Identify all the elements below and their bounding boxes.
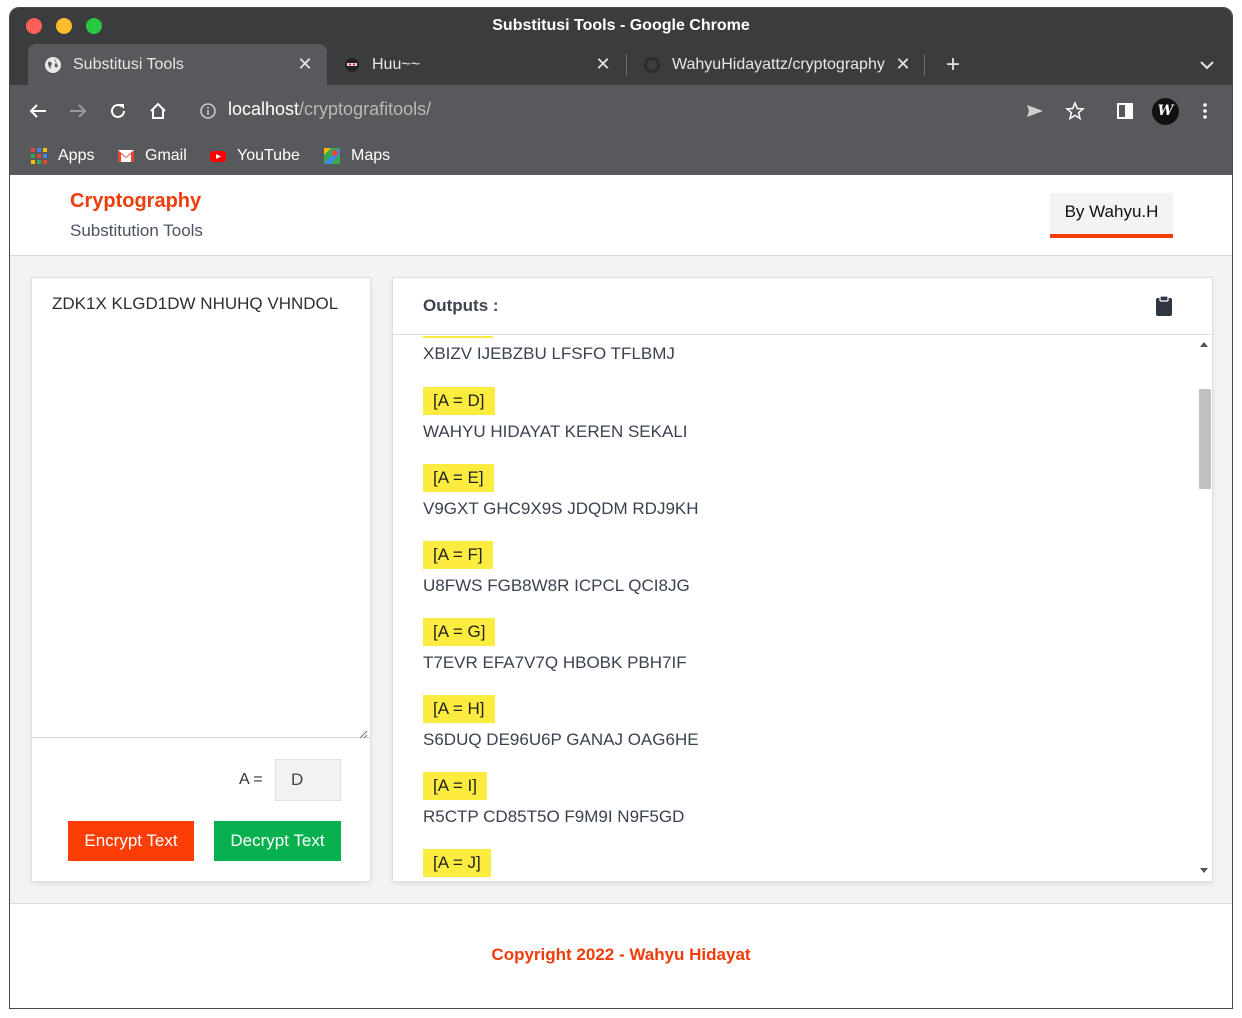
key-badge: [A = J] xyxy=(423,849,491,877)
tab-huu[interactable]: Huu~~ ✕ xyxy=(327,44,625,85)
browser-toolbar: localhost/cryptografitools/ W xyxy=(10,85,1232,137)
page-content: Cryptography Substitution Tools By Wahyu… xyxy=(10,175,1232,1008)
scroll-down-arrow-icon[interactable] xyxy=(1200,868,1208,873)
scroll-up-arrow-icon[interactable] xyxy=(1200,342,1208,347)
output-title: Outputs : xyxy=(423,296,499,315)
author-button[interactable]: By Wahyu.H xyxy=(1050,193,1173,238)
encrypt-button[interactable]: Encrypt Text xyxy=(68,821,194,861)
star-icon[interactable] xyxy=(1062,98,1088,124)
tab-github[interactable]: WahyuHidayattz/cryptography ✕ xyxy=(627,44,925,85)
tab-label: WahyuHidayattz/cryptography xyxy=(672,55,885,73)
cipher-text: T7EVR EFA7V7Q HBOBK PBH7IF xyxy=(423,653,687,672)
browser-window: Substitusi Tools - Google Chrome Substit… xyxy=(9,7,1233,1009)
maps-icon xyxy=(324,148,340,164)
list-item: [A = I] R5CTP CD85T5O F9M9I N9F5GD xyxy=(423,772,684,827)
chevron-down-icon[interactable] xyxy=(1196,54,1218,76)
url-path: /cryptografitools/ xyxy=(299,99,432,119)
list-item: [A = H] S6DUQ DE96U6P GANAJ OAG6HE xyxy=(423,695,699,750)
tab-strip: Substitusi Tools ✕ Huu~~ ✕ WahyuHidayatt… xyxy=(10,44,1232,85)
github-icon xyxy=(643,56,661,74)
forward-arrow-icon[interactable] xyxy=(65,98,91,124)
tab-separator xyxy=(924,54,925,76)
bookmark-apps[interactable]: Apps xyxy=(30,145,94,167)
address-bar[interactable]: localhost/cryptografitools/ xyxy=(228,99,431,120)
site-footer: Copyright 2022 - Wahyu Hidayat xyxy=(10,903,1232,1008)
send-icon[interactable] xyxy=(1022,98,1048,124)
cipher-text: S6DUQ DE96U6P GANAJ OAG6HE xyxy=(423,730,699,749)
cipher-text: V9GXT GHC9X9S JDQDM RDJ9KH xyxy=(423,499,699,518)
bookmarks-bar: Apps Gmail YouTube Maps xyxy=(10,137,1232,175)
list-item: [A = D] WAHYU HIDAYAT KEREN SEKALI xyxy=(423,387,688,442)
plaintext-textarea[interactable]: ZDK1X KLGD1DW NHUHQ VHNDOL xyxy=(32,278,370,738)
scroll-thumb[interactable] xyxy=(1199,389,1211,489)
close-tab-icon[interactable]: ✕ xyxy=(593,54,613,74)
bookmark-gmail[interactable]: Gmail xyxy=(117,145,187,167)
list-item: [A = G] T7EVR EFA7V7Q HBOBK PBH7IF xyxy=(423,618,687,673)
close-tab-icon[interactable]: ✕ xyxy=(893,54,913,74)
decrypt-button[interactable]: Decrypt Text xyxy=(214,821,341,861)
site-header: Cryptography Substitution Tools By Wahyu… xyxy=(10,175,1232,256)
list-item: [A = F] U8FWS FGB8W8R ICPCL QCI8JG xyxy=(423,541,690,596)
ninja-icon xyxy=(343,56,361,74)
tab-label: Substitusi Tools xyxy=(73,55,184,73)
new-tab-button[interactable]: + xyxy=(940,52,966,78)
tab-label: Huu~~ xyxy=(372,55,421,73)
bookmark-maps[interactable]: Maps xyxy=(323,145,390,167)
output-scrollbar[interactable] xyxy=(1196,336,1212,881)
output-header: Outputs : xyxy=(393,278,1212,335)
bookmark-label: Maps xyxy=(351,147,391,164)
cipher-text: WAHYU HIDAYAT KEREN SEKALI xyxy=(423,422,688,441)
site-info-icon[interactable] xyxy=(198,101,218,121)
apps-grid-icon xyxy=(31,148,47,164)
output-list[interactable]: XBIZV IJEBZBU LFSFO TFLBMJ [A = D] WAHYU… xyxy=(423,336,1183,881)
key-label: A = xyxy=(239,771,263,788)
brand-subtitle: Substitution Tools xyxy=(70,221,203,240)
key-badge: [A = D] xyxy=(423,387,495,415)
youtube-icon xyxy=(210,151,226,162)
tab-substitusi-tools[interactable]: Substitusi Tools ✕ xyxy=(28,44,327,85)
key-input[interactable]: D xyxy=(275,759,341,801)
key-badge: [A = F] xyxy=(423,541,493,569)
reload-icon[interactable] xyxy=(105,98,131,124)
bookmark-label: Gmail xyxy=(145,147,187,164)
bookmark-youtube[interactable]: YouTube xyxy=(209,145,300,167)
input-card: ZDK1X KLGD1DW NHUHQ VHNDOL A = D Encrypt… xyxy=(31,277,371,882)
cipher-text: R5CTP CD85T5O F9M9I N9F5GD xyxy=(423,807,685,826)
key-badge: [A = H] xyxy=(423,695,495,723)
close-tab-icon[interactable]: ✕ xyxy=(295,54,315,74)
resize-handle-icon[interactable] xyxy=(358,726,368,739)
cipher-text: U8FWS FGB8W8R ICPCL QCI8JG xyxy=(423,576,690,595)
title-bar: Substitusi Tools - Google Chrome xyxy=(10,8,1232,44)
bookmark-label: Apps xyxy=(58,147,95,164)
key-badge: [A = G] xyxy=(423,618,496,646)
brand-title[interactable]: Cryptography xyxy=(70,190,201,213)
badge-partial xyxy=(423,336,493,338)
window-title: Substitusi Tools - Google Chrome xyxy=(492,17,750,34)
cipher-text: XBIZV IJEBZBU LFSFO TFLBMJ xyxy=(423,344,675,363)
copyright-text: Copyright 2022 - Wahyu Hidayat xyxy=(491,945,751,964)
profile-avatar[interactable]: W xyxy=(1152,98,1179,125)
globe-icon xyxy=(44,56,62,74)
gmail-icon xyxy=(118,150,134,162)
bookmark-label: YouTube xyxy=(237,147,300,164)
list-item: [A = E] V9GXT GHC9X9S JDQDM RDJ9KH xyxy=(423,464,699,519)
url-host: localhost xyxy=(228,99,300,119)
back-arrow-icon[interactable] xyxy=(25,98,51,124)
more-vert-icon[interactable] xyxy=(1192,98,1218,124)
side-panel-icon[interactable] xyxy=(1112,98,1138,124)
clipboard-icon[interactable] xyxy=(1155,295,1173,317)
key-badge: [A = I] xyxy=(423,772,487,800)
key-badge: [A = E] xyxy=(423,464,494,492)
list-item: [A = J] xyxy=(423,849,491,877)
home-icon[interactable] xyxy=(145,98,171,124)
output-card: Outputs : XBIZV IJEBZBU LFSFO TFLBMJ [A … xyxy=(392,277,1213,882)
